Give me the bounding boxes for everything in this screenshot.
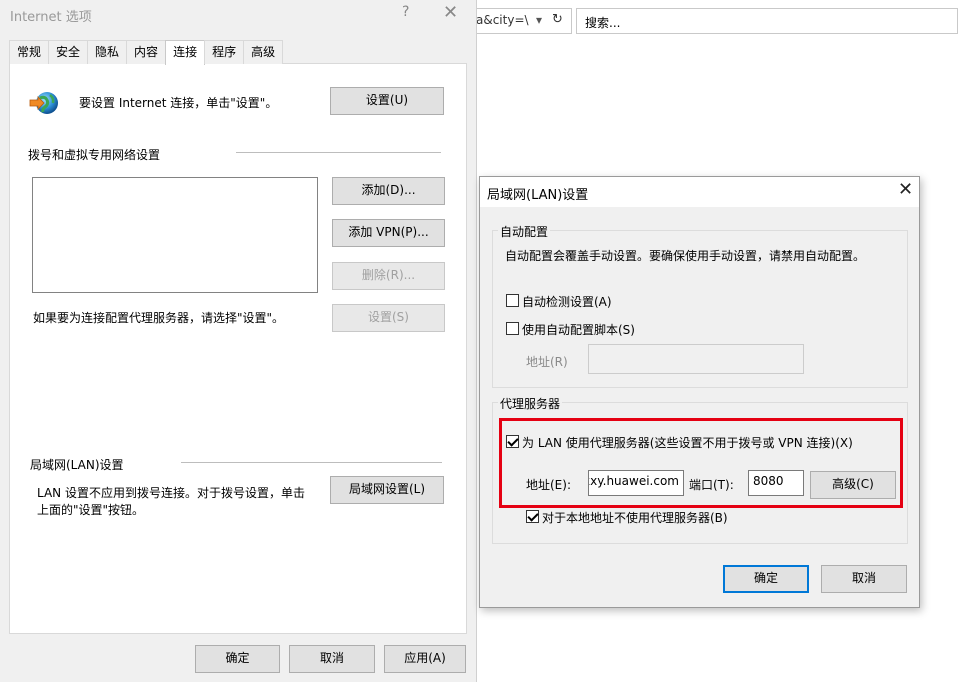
lan-dialog-title: 局域网(LAN)设置 xyxy=(487,188,589,203)
tab-connections[interactable]: 连接 xyxy=(165,40,206,65)
search-placeholder: 搜索... xyxy=(585,16,621,30)
auto-detect-checkbox[interactable] xyxy=(506,294,519,307)
section-divider xyxy=(236,152,441,153)
bypass-local-checkbox[interactable] xyxy=(526,510,539,523)
add-button[interactable]: 添加(D)... xyxy=(332,177,445,205)
address-bar[interactable]: a&city=\ ▾ ↻ xyxy=(470,8,572,34)
close-icon[interactable]: ✕ xyxy=(443,2,458,23)
cancel-button[interactable]: 取消 xyxy=(821,565,907,593)
lan-hint-line-2: 上面的"设置"按钮。 xyxy=(37,503,145,517)
script-address-label: 地址(R) xyxy=(526,355,568,369)
connection-settings-button[interactable]: 设置(S) xyxy=(332,304,445,332)
setup-text: 要设置 Internet 连接，单击"设置"。 xyxy=(79,96,278,110)
internet-options-dialog: Internet 选项 ? ✕ 常规 安全 隐私 内容 连接 程序 高级 要设置… xyxy=(0,0,477,682)
globe-connection-icon xyxy=(29,92,58,114)
tab-advanced[interactable]: 高级 xyxy=(243,40,284,64)
connections-listbox[interactable] xyxy=(32,177,318,293)
auto-script-checkbox[interactable] xyxy=(506,322,519,335)
auto-script-label: 使用自动配置脚本(S) xyxy=(522,323,635,337)
dialup-section-label: 拨号和虚拟专用网络设置 xyxy=(28,148,161,162)
lan-settings-dialog: 局域网(LAN)设置 ✕ 自动配置 自动配置会覆盖手动设置。要确保使用手动设置，… xyxy=(479,176,920,608)
lan-section-label: 局域网(LAN)设置 xyxy=(30,458,124,472)
tab-privacy[interactable]: 隐私 xyxy=(87,40,128,64)
remove-button[interactable]: 删除(R)... xyxy=(332,262,445,290)
dialog-title: Internet 选项 xyxy=(10,10,92,25)
setup-button[interactable]: 设置(U) xyxy=(330,87,444,115)
tab-security[interactable]: 安全 xyxy=(48,40,89,64)
auto-config-description: 自动配置会覆盖手动设置。要确保使用手动设置，请禁用自动配置。 xyxy=(505,249,866,263)
tab-general[interactable]: 常规 xyxy=(9,40,50,64)
add-vpn-button[interactable]: 添加 VPN(P)... xyxy=(332,219,445,247)
apply-button[interactable]: 应用(A) xyxy=(384,645,466,673)
ok-button[interactable]: 确定 xyxy=(195,645,280,673)
address-text: a&city=\ xyxy=(476,13,529,27)
auto-detect-label: 自动检测设置(A) xyxy=(522,295,612,309)
cancel-button[interactable]: 取消 xyxy=(289,645,375,673)
tab-content[interactable]: 内容 xyxy=(126,40,167,64)
section-divider xyxy=(181,462,442,463)
refresh-icon[interactable]: ↻ xyxy=(552,12,563,27)
proxy-group-label: 代理服务器 xyxy=(498,395,563,412)
auto-config-group-label: 自动配置 xyxy=(498,223,551,240)
proxy-hint-text: 如果要为连接配置代理服务器，请选择"设置"。 xyxy=(33,311,285,325)
search-input[interactable]: 搜索... xyxy=(576,8,958,34)
tab-programs[interactable]: 程序 xyxy=(204,40,245,64)
tab-strip: 常规 安全 隐私 内容 连接 程序 高级 xyxy=(9,40,284,65)
lan-hint-line-1: LAN 设置不应用到拨号连接。对于拨号设置，单击 xyxy=(37,486,305,500)
script-address-input[interactable] xyxy=(588,344,804,374)
close-icon[interactable]: ✕ xyxy=(898,179,913,200)
help-icon[interactable]: ? xyxy=(402,4,409,20)
lan-settings-button[interactable]: 局域网设置(L) xyxy=(330,476,444,504)
ok-button[interactable]: 确定 xyxy=(723,565,809,593)
annotation-highlight-box xyxy=(499,418,903,508)
bypass-local-label: 对于本地地址不使用代理服务器(B) xyxy=(542,511,728,525)
address-dropdown-icon[interactable]: ▾ xyxy=(536,13,542,27)
